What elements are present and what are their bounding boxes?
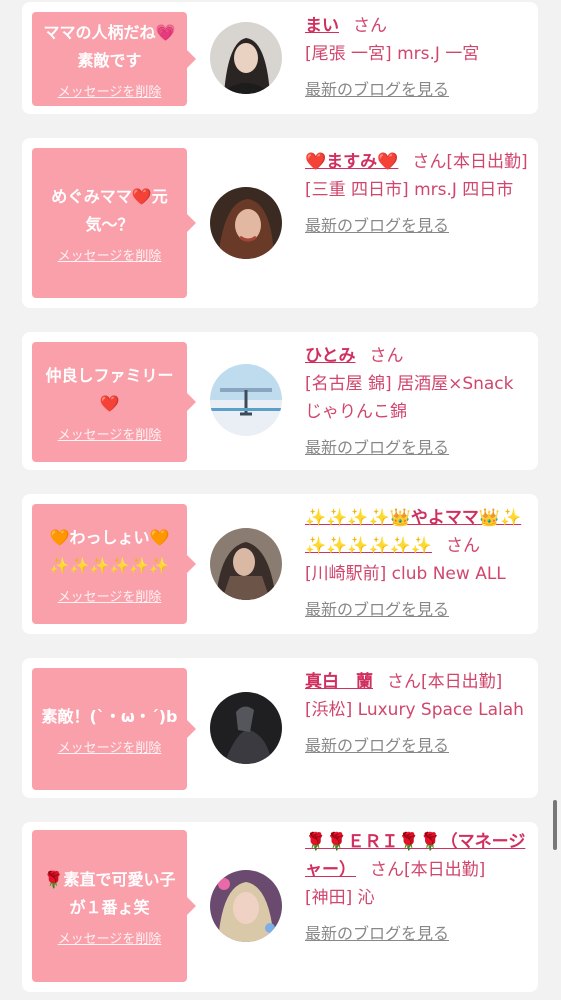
latest-blog-link[interactable]: 最新のブログを見る <box>305 434 449 462</box>
message-card: 🌹素直で可愛い子が１番ょ笑 メッセージを削除 🌹🌹ＥＲＩ🌹🌹（マネージャー） さん… <box>22 822 538 992</box>
message-text: 仲良しファミリー❤️ <box>45 365 174 413</box>
message-card: 仲良しファミリー❤️ メッセージを削除 ひとみ さん [名古屋 錦] 居酒屋×Sn… <box>22 332 538 470</box>
member-shop: [名古屋 錦] 居酒屋×Snack じゃりんこ錦 <box>305 374 514 422</box>
member-info: 🌹🌹ＥＲＩ🌹🌹（マネージャー） さん[本日出勤] [神田] 沁 最新のブログを見る <box>305 828 531 948</box>
member-shop: [三重 四日市] mrs.J 四日市 <box>305 180 514 200</box>
message-text: 素敵！(ˋ・ω・ˊ)b <box>41 706 178 726</box>
member-suffix: さん[本日出勤] <box>370 860 486 880</box>
member-info: 真白 蘭さん[本日出勤] [浜松] Luxury Space Lalah 最新の… <box>305 668 531 760</box>
message-text: めぐみママ❤️元気〜？ <box>51 186 168 234</box>
delete-message-link[interactable]: メッセージを削除 <box>58 245 162 264</box>
message-card: 🧡わっしょい🧡✨✨✨✨✨✨ メッセージを削除 ✨✨✨✨👑やよママ👑✨✨✨✨✨✨✨… <box>22 494 538 634</box>
member-suffix: さん <box>446 536 481 556</box>
message-bubble: ママの人柄だね💗素敵です メッセージを削除 <box>32 12 196 106</box>
message-bubble: 🌹素直で可愛い子が１番ょ笑 メッセージを削除 <box>32 830 196 982</box>
member-name-link[interactable]: まい <box>305 16 339 36</box>
latest-blog-link[interactable]: 最新のブログを見る <box>305 732 449 760</box>
avatar[interactable] <box>210 187 282 259</box>
member-info: ✨✨✨✨👑やよママ👑✨✨✨✨✨✨✨ さん [川崎駅前] club New ALL … <box>305 504 531 624</box>
member-info: ひとみ さん [名古屋 錦] 居酒屋×Snack じゃりんこ錦 最新のブログを見る <box>305 342 531 462</box>
message-bubble: めぐみママ❤️元気〜？ メッセージを削除 <box>32 148 196 298</box>
avatar[interactable] <box>210 22 282 94</box>
avatar[interactable] <box>210 364 282 436</box>
message-text: ママの人柄だね💗素敵です <box>43 22 176 70</box>
member-shop: [川崎駅前] club New ALL <box>305 564 506 584</box>
member-suffix: さん[本日出勤] <box>387 672 503 692</box>
delete-message-link[interactable]: メッセージを削除 <box>58 928 162 947</box>
member-shop: [浜松] Luxury Space Lalah <box>305 700 524 720</box>
member-shop: [神田] 沁 <box>305 888 375 908</box>
message-card: 素敵！(ˋ・ω・ˊ)b メッセージを削除 真白 蘭さん[本日出勤] [浜松] L… <box>22 658 538 798</box>
latest-blog-link[interactable]: 最新のブログを見る <box>305 76 449 104</box>
message-bubble: 仲良しファミリー❤️ メッセージを削除 <box>32 342 196 462</box>
latest-blog-link[interactable]: 最新のブログを見る <box>305 920 449 948</box>
delete-message-link[interactable]: メッセージを削除 <box>58 737 162 756</box>
member-name-link[interactable]: ✨✨✨✨👑やよママ👑✨✨✨✨✨✨✨ <box>305 508 521 556</box>
member-suffix: さん[本日出勤] <box>412 152 528 172</box>
member-info: ❤️ますみ❤️ さん[本日出勤] [三重 四日市] mrs.J 四日市 最新のブロ… <box>305 148 531 240</box>
delete-message-link[interactable]: メッセージを削除 <box>58 81 162 100</box>
message-text: 🌹素直で可愛い子が１番ょ笑 <box>43 869 176 917</box>
member-name-link[interactable]: ひとみ <box>305 346 356 366</box>
avatar[interactable] <box>210 692 282 764</box>
message-card: ママの人柄だね💗素敵です メッセージを削除 まい さん [尾張 一宮] mrs.J… <box>22 2 538 114</box>
avatar[interactable] <box>210 870 282 942</box>
delete-message-link[interactable]: メッセージを削除 <box>58 586 162 605</box>
member-suffix: さん <box>353 16 387 36</box>
member-suffix: さん <box>369 346 404 366</box>
message-bubble: 🧡わっしょい🧡✨✨✨✨✨✨ メッセージを削除 <box>32 504 196 624</box>
member-shop: [尾張 一宮] mrs.J 一宮 <box>305 44 480 64</box>
delete-message-link[interactable]: メッセージを削除 <box>58 424 162 443</box>
message-bubble: 素敵！(ˋ・ω・ˊ)b メッセージを削除 <box>32 668 196 790</box>
message-card: めぐみママ❤️元気〜？ メッセージを削除 ❤️ますみ❤️ さん[本日出勤] [三重… <box>22 138 538 308</box>
avatar[interactable] <box>210 528 282 600</box>
message-text: 🧡わっしょい🧡✨✨✨✨✨✨ <box>49 527 170 575</box>
scrollbar[interactable] <box>553 800 557 850</box>
member-name-link[interactable]: 真白 蘭 <box>305 672 373 692</box>
latest-blog-link[interactable]: 最新のブログを見る <box>305 596 449 624</box>
member-info: まい さん [尾張 一宮] mrs.J 一宮 最新のブログを見る <box>305 12 531 104</box>
latest-blog-link[interactable]: 最新のブログを見る <box>305 212 449 240</box>
member-name-link[interactable]: ❤️ますみ❤️ <box>305 152 398 172</box>
